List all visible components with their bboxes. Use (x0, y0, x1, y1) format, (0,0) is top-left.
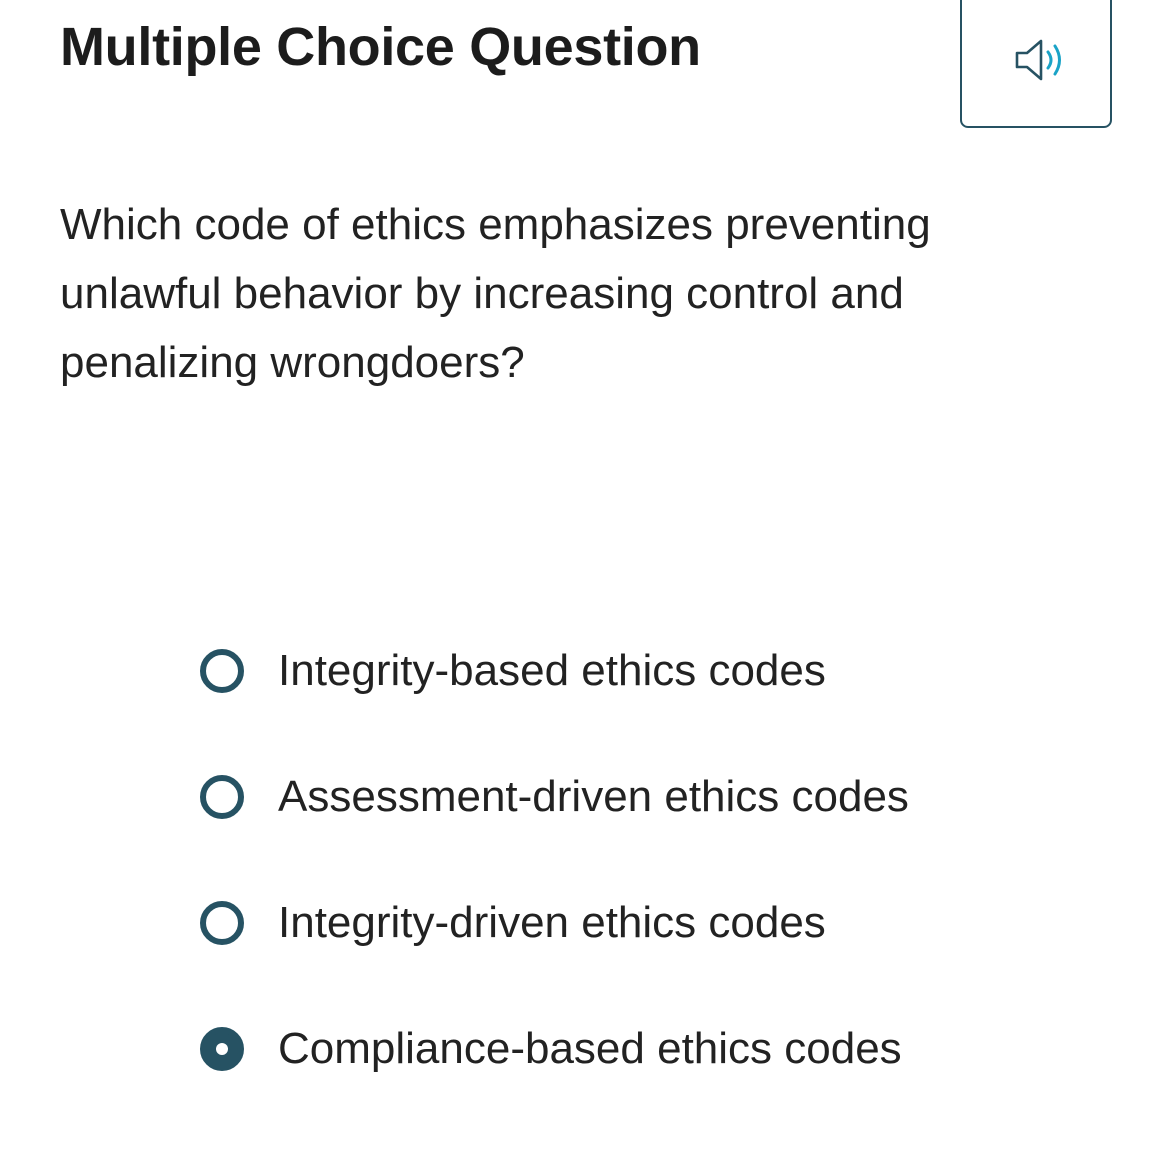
answer-option-3[interactable]: Integrity-driven ethics codes (200, 886, 1100, 960)
answer-option-label: Integrity-based ethics codes (278, 646, 826, 695)
radio-button[interactable] (200, 649, 244, 693)
radio-button-selected[interactable] (200, 1027, 244, 1071)
answer-options: Integrity-based ethics codes Assessment-… (200, 634, 1100, 1138)
speaker-icon (1015, 39, 1061, 81)
answer-option-label: Compliance-based ethics codes (278, 1024, 902, 1073)
question-type-title: Multiple Choice Question (60, 17, 701, 77)
answer-option-2[interactable]: Assessment-driven ethics codes (200, 760, 1100, 834)
radio-button[interactable] (200, 901, 244, 945)
radio-button[interactable] (200, 775, 244, 819)
answer-option-4[interactable]: Compliance-based ethics codes (200, 1012, 1100, 1086)
question-prompt: Which code of ethics emphasizes preventi… (60, 200, 931, 387)
answer-option-label: Assessment-driven ethics codes (278, 772, 909, 821)
answer-option-label: Integrity-driven ethics codes (278, 898, 826, 947)
read-aloud-button[interactable] (960, 0, 1112, 128)
answer-option-1[interactable]: Integrity-based ethics codes (200, 634, 1100, 708)
